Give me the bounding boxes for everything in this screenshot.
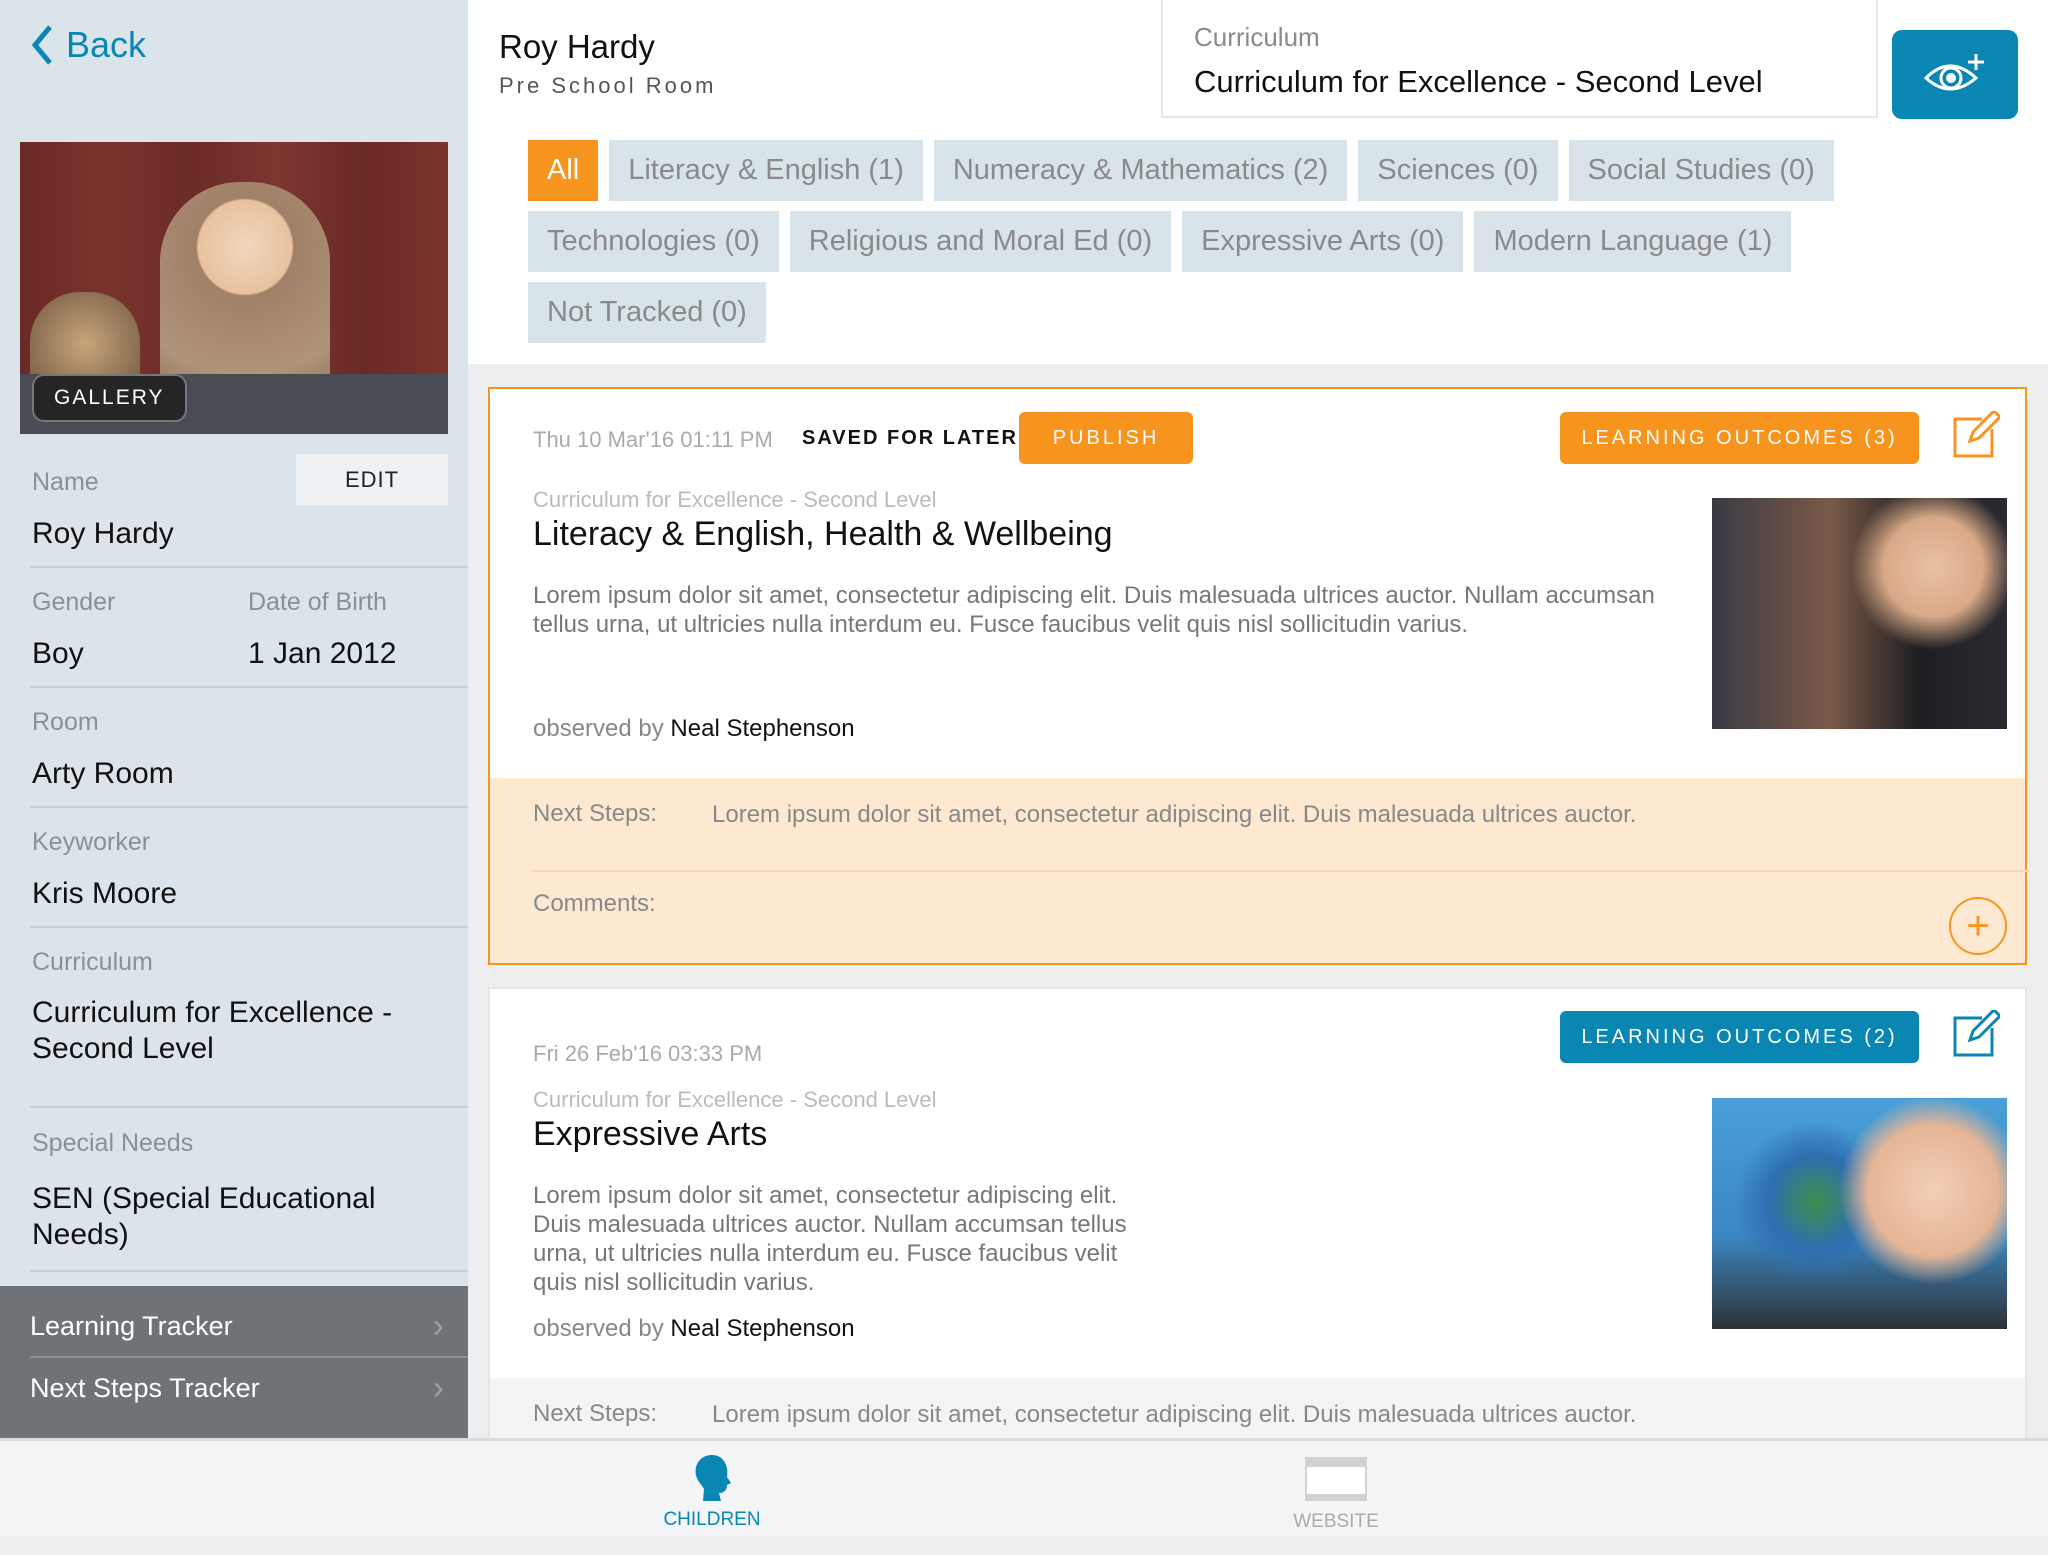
divider xyxy=(30,1106,468,1108)
status-badge: SAVED FOR LATER xyxy=(802,427,1018,449)
observed-by: observed by Neal Stephenson xyxy=(533,1315,855,1343)
gender-label: Gender xyxy=(32,588,116,616)
divider xyxy=(30,686,468,688)
learning-outcomes-button[interactable]: LEARNING OUTCOMES (3) xyxy=(1560,412,1919,464)
edit-icon[interactable] xyxy=(1952,411,2000,459)
back-button[interactable]: Back xyxy=(30,24,146,66)
next-steps-section: Next Steps: Lorem ipsum dolor sit amet, … xyxy=(490,778,2029,963)
tab-bar: CHILDREN WEBSITE xyxy=(0,1438,2048,1536)
next-steps-label: Next Steps: xyxy=(533,800,658,827)
learning-outcomes-button[interactable]: LEARNING OUTCOMES (2) xyxy=(1560,1011,1919,1063)
observed-by-prefix: observed by xyxy=(533,715,664,742)
chevron-right-icon: › xyxy=(432,1368,444,1407)
curriculum-selector-value: Curriculum for Excellence - Second Level xyxy=(1194,64,1763,99)
divider xyxy=(30,566,468,568)
back-label: Back xyxy=(66,24,147,65)
curriculum-value: Curriculum for Excellence - Second Level xyxy=(32,996,393,1065)
filter-religious-moral-ed[interactable]: Religious and Moral Ed (0) xyxy=(789,211,1172,272)
eye-plus-icon xyxy=(1923,53,1984,90)
plus-icon: + xyxy=(1966,903,1990,948)
tab-website-label: WEBSITE xyxy=(1293,1511,1379,1532)
filter-social-studies[interactable]: Social Studies (0) xyxy=(1568,140,1834,201)
divider xyxy=(30,806,468,808)
add-comment-button[interactable]: + xyxy=(1949,897,2007,955)
tab-children[interactable]: CHILDREN xyxy=(612,1453,812,1551)
observation-date: Thu 10 Mar'16 01:11 PM xyxy=(533,427,773,452)
observation-card[interactable]: Thu 10 Mar'16 01:11 PM SAVED FOR LATER P… xyxy=(488,387,2029,965)
observation-date: Fri 26 Feb'16 03:33 PM xyxy=(533,1041,763,1066)
child-name: Roy Hardy xyxy=(499,28,655,65)
special-needs-value: SEN (Special Educational Needs) xyxy=(32,1182,376,1251)
keyworker-label: Keyworker xyxy=(32,828,151,856)
comments-label: Comments: xyxy=(533,890,656,917)
filter-not-tracked[interactable]: Not Tracked (0) xyxy=(528,282,766,343)
edit-button[interactable]: EDIT xyxy=(296,454,448,505)
filter-all[interactable]: All xyxy=(528,140,599,201)
child-room: Pre School Room xyxy=(499,73,717,98)
tab-children-label: CHILDREN xyxy=(663,1509,761,1530)
header: Roy Hardy Pre School Room Curriculum Cur… xyxy=(468,0,2048,364)
child-photo[interactable]: GALLERY xyxy=(20,142,448,434)
add-observation-button[interactable] xyxy=(1892,30,2018,119)
next-steps-text: Lorem ipsum dolor sit amet, consectetur … xyxy=(712,1401,1637,1428)
gender-value: Boy xyxy=(32,637,84,670)
chevron-left-icon xyxy=(31,25,52,65)
filter-technologies[interactable]: Technologies (0) xyxy=(528,211,779,272)
name-value: Roy Hardy xyxy=(32,517,174,550)
chevron-right-icon: › xyxy=(432,1306,444,1345)
filter-modern-language[interactable]: Modern Language (1) xyxy=(1474,211,1792,272)
observer-name: Neal Stephenson xyxy=(670,715,855,742)
name-label: Name xyxy=(32,468,99,496)
keyworker-value: Kris Moore xyxy=(32,877,178,910)
divider xyxy=(30,926,468,928)
filter-numeracy-mathematics[interactable]: Numeracy & Mathematics (2) xyxy=(933,140,1348,201)
child-head-icon xyxy=(695,1455,731,1501)
filter-sciences[interactable]: Sciences (0) xyxy=(1358,140,1558,201)
edit-icon[interactable] xyxy=(1952,1010,2000,1058)
learning-tracker-item[interactable]: Learning Tracker › xyxy=(0,1296,468,1356)
observation-title: Literacy & English, Health & Wellbeing xyxy=(533,515,1113,553)
next-steps-label: Next Steps: xyxy=(533,1400,658,1427)
observation-body: Lorem ipsum dolor sit amet, consectetur … xyxy=(533,582,1655,638)
observation-card[interactable]: Fri 26 Feb'16 03:33 PM LEARNING OUTCOMES… xyxy=(488,987,2027,1458)
divider xyxy=(30,1270,468,1272)
subject-filters: All Literacy & English (1) Numeracy & Ma… xyxy=(528,140,1958,343)
curriculum-selector[interactable]: Curriculum Curriculum for Excellence - S… xyxy=(1161,0,1878,118)
filter-expressive-arts[interactable]: Expressive Arts (0) xyxy=(1182,211,1464,272)
observation-photo[interactable] xyxy=(1712,1098,2007,1329)
observed-by-prefix: observed by xyxy=(533,1315,664,1342)
next-steps-text: Lorem ipsum dolor sit amet, consectetur … xyxy=(712,801,1637,828)
next-steps-tracker-label: Next Steps Tracker xyxy=(30,1372,260,1403)
publish-button[interactable]: PUBLISH xyxy=(1019,412,1193,464)
next-steps-tracker-item[interactable]: Next Steps Tracker › xyxy=(0,1358,468,1418)
sidebar: Back GALLERY Name EDIT Roy Hardy Gender … xyxy=(0,0,468,1438)
observation-body: Lorem ipsum dolor sit amet, consectetur … xyxy=(533,1182,1127,1296)
observer-name: Neal Stephenson xyxy=(670,1315,855,1342)
observation-title: Expressive Arts xyxy=(533,1115,768,1153)
filter-literacy-english[interactable]: Literacy & English (1) xyxy=(609,140,923,201)
room-label: Room xyxy=(32,708,99,736)
special-needs-label: Special Needs xyxy=(32,1129,194,1157)
observation-curriculum: Curriculum for Excellence - Second Level xyxy=(533,1087,937,1112)
gallery-button[interactable]: GALLERY xyxy=(32,374,187,422)
browser-window-icon xyxy=(1305,1457,1367,1501)
observed-by: observed by Neal Stephenson xyxy=(533,715,855,743)
observation-curriculum: Curriculum for Excellence - Second Level xyxy=(533,487,937,512)
dob-label: Date of Birth xyxy=(248,588,387,616)
curriculum-selector-label: Curriculum xyxy=(1194,22,1320,52)
learning-tracker-label: Learning Tracker xyxy=(30,1310,233,1341)
tab-website[interactable]: WEBSITE xyxy=(1236,1457,1436,1555)
tracker-menu: Learning Tracker › Next Steps Tracker › xyxy=(0,1286,468,1438)
room-value: Arty Room xyxy=(32,757,174,790)
observation-photo[interactable] xyxy=(1712,498,2007,729)
divider xyxy=(533,870,2029,872)
curriculum-label: Curriculum xyxy=(32,948,153,976)
dob-value: 1 Jan 2012 xyxy=(248,637,397,670)
